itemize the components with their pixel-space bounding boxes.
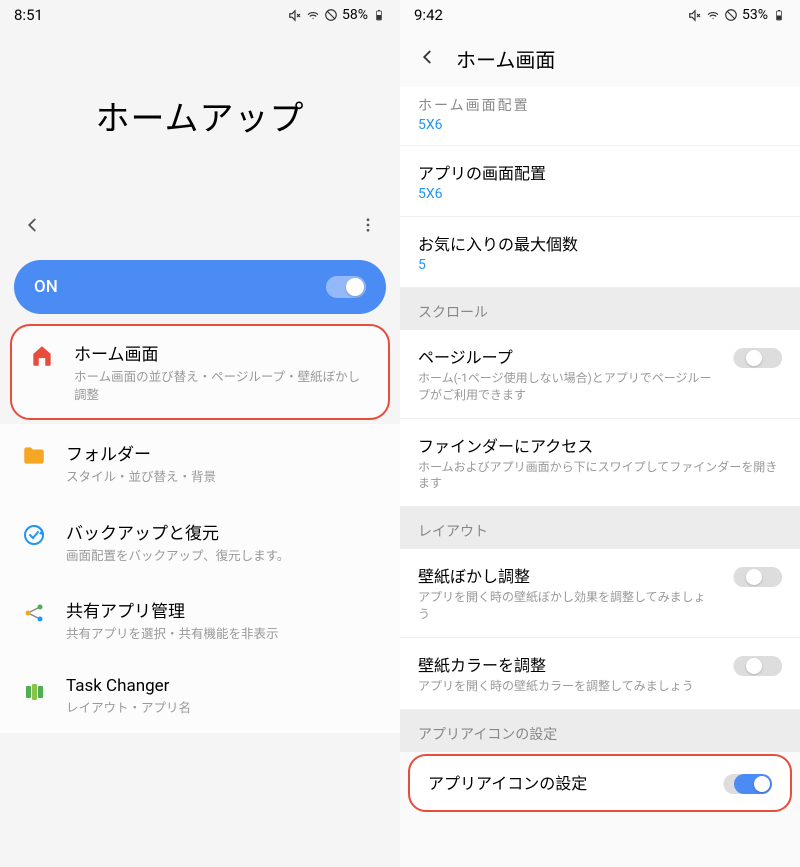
back-button[interactable] bbox=[20, 213, 44, 237]
status-right: 58% bbox=[288, 7, 386, 23]
page-title: ホーム画面 bbox=[456, 44, 555, 73]
item-text: 共有アプリ管理 共有アプリを選択・共有機能を非表示 bbox=[66, 597, 380, 644]
wifi-icon bbox=[306, 8, 320, 22]
master-toggle[interactable]: ON bbox=[14, 260, 386, 314]
setting-title: ファインダーにアクセス bbox=[418, 433, 782, 457]
item-title: ホーム画面 bbox=[74, 340, 372, 365]
toolbar bbox=[0, 200, 400, 250]
setting-page-loop[interactable]: ページループ ホーム(-1ページ使用しない場合)とアプリでページループがご利用で… bbox=[400, 330, 800, 419]
toggle-label: ON bbox=[34, 277, 58, 297]
item-text: Task Changer レイアウト・アプリ名 bbox=[66, 676, 380, 718]
app-title: ホームアップ bbox=[96, 91, 305, 140]
setting-app-grid[interactable]: アプリの画面配置 5X6 bbox=[400, 146, 800, 217]
setting-finder-access[interactable]: ファインダーにアクセス ホームおよびアプリ画面から下にスワイプしてファインダーを… bbox=[400, 419, 800, 508]
setting-text: アプリアイコンの設定 bbox=[428, 770, 707, 796]
toggle-switch[interactable] bbox=[733, 656, 782, 676]
setting-title: アプリアイコンの設定 bbox=[428, 770, 707, 794]
section-app-icon: アプリアイコンの設定 bbox=[400, 710, 800, 752]
setting-text: ファインダーにアクセス ホームおよびアプリ画面から下にスワイプしてファインダーを… bbox=[418, 433, 782, 493]
header-area: ホームアップ bbox=[0, 30, 400, 200]
setting-desc: ホーム(-1ページ使用しない場合)とアプリでページループがご利用できます bbox=[418, 370, 717, 404]
setting-favorites-max[interactable]: お気に入りの最大個数 5 bbox=[400, 217, 800, 288]
menu-home-screen[interactable]: ホーム画面 ホーム画面の並び替え・ページループ・壁紙ぼかし調整 bbox=[10, 324, 390, 420]
setting-text: 壁紙ぼかし調整 アプリを開く時の壁紙ぼかし効果を調整してみましょう bbox=[418, 563, 717, 623]
item-title: フォルダー bbox=[66, 440, 380, 465]
home-icon bbox=[28, 342, 56, 370]
setting-desc: アプリを開く時の壁紙ぼかし効果を調整してみましょう bbox=[418, 589, 717, 623]
item-title: 共有アプリ管理 bbox=[66, 597, 380, 622]
status-time: 9:42 bbox=[414, 6, 443, 24]
page-header: ホーム画面 bbox=[400, 30, 800, 87]
screen-homeup: 8:51 58% ホームアップ ON bbox=[0, 0, 400, 867]
item-text: フォルダー スタイル・並び替え・背景 bbox=[66, 440, 380, 487]
setting-title: アプリの画面配置 bbox=[418, 160, 782, 184]
backup-icon bbox=[20, 521, 48, 549]
status-time: 8:51 bbox=[14, 6, 43, 24]
menu-backup[interactable]: バックアップと復元 画面配置をバックアップ、復元します。 bbox=[0, 503, 400, 582]
setting-value: 5X6 bbox=[418, 117, 782, 133]
setting-desc: アプリを開く時の壁紙カラーを調整してみましょう bbox=[418, 678, 717, 695]
setting-value: 5X6 bbox=[418, 186, 782, 202]
mute-icon bbox=[688, 8, 702, 22]
back-button[interactable] bbox=[416, 46, 438, 72]
status-bar: 8:51 58% bbox=[0, 0, 400, 30]
more-button[interactable] bbox=[356, 213, 380, 237]
item-title: Task Changer bbox=[66, 676, 380, 696]
item-text: バックアップと復元 画面配置をバックアップ、復元します。 bbox=[66, 519, 380, 566]
setting-desc: ホームおよびアプリ画面から下にスワイプしてファインダーを開きます bbox=[418, 459, 782, 493]
item-subtitle: レイアウト・アプリ名 bbox=[66, 700, 380, 718]
setting-title: ホーム画面配置 bbox=[418, 95, 782, 115]
item-subtitle: 画面配置をバックアップ、復元します。 bbox=[66, 548, 380, 566]
section-layout: レイアウト bbox=[400, 507, 800, 549]
item-title: バックアップと復元 bbox=[66, 519, 380, 544]
task-changer-icon bbox=[20, 678, 48, 706]
setting-text: 壁紙カラーを調整 アプリを開く時の壁紙カラーを調整してみましょう bbox=[418, 652, 717, 695]
menu-folder[interactable]: フォルダー スタイル・並び替え・背景 bbox=[0, 424, 400, 503]
share-icon bbox=[20, 599, 48, 627]
setting-app-icon[interactable]: アプリアイコンの設定 bbox=[408, 754, 792, 812]
battery-percent: 58% bbox=[342, 7, 368, 23]
setting-blur[interactable]: 壁紙ぼかし調整 アプリを開く時の壁紙ぼかし効果を調整してみましょう bbox=[400, 549, 800, 638]
section-scroll: スクロール bbox=[400, 288, 800, 330]
wifi-icon bbox=[706, 8, 720, 22]
battery-icon bbox=[772, 8, 786, 22]
mute-icon bbox=[288, 8, 302, 22]
item-subtitle: ホーム画面の並び替え・ページループ・壁紙ぼかし調整 bbox=[74, 369, 372, 404]
battery-percent: 53% bbox=[742, 7, 768, 23]
item-subtitle: 共有アプリを選択・共有機能を非表示 bbox=[66, 626, 380, 644]
screen-home-settings: 9:42 53% ホーム画面 ホーム画面配置 5X6 アプリの画面配置 bbox=[400, 0, 800, 867]
setting-home-grid-partial[interactable]: ホーム画面配置 5X6 bbox=[400, 87, 800, 146]
folder-icon bbox=[20, 442, 48, 470]
no-data-icon bbox=[324, 8, 338, 22]
setting-value: 5 bbox=[418, 257, 782, 273]
toggle-switch[interactable] bbox=[733, 348, 782, 368]
item-subtitle: スタイル・並び替え・背景 bbox=[66, 469, 380, 487]
item-text: ホーム画面 ホーム画面の並び替え・ページループ・壁紙ぼかし調整 bbox=[74, 340, 372, 404]
battery-icon bbox=[372, 8, 386, 22]
menu-share[interactable]: 共有アプリ管理 共有アプリを選択・共有機能を非表示 bbox=[0, 581, 400, 660]
status-right: 53% bbox=[688, 7, 786, 23]
toggle-switch-icon bbox=[326, 276, 366, 298]
setting-title: ページループ bbox=[418, 344, 717, 368]
setting-title: 壁紙カラーを調整 bbox=[418, 652, 717, 676]
status-bar: 9:42 53% bbox=[400, 0, 800, 30]
setting-title: 壁紙ぼかし調整 bbox=[418, 563, 717, 587]
toggle-switch[interactable] bbox=[733, 567, 782, 587]
toggle-switch[interactable] bbox=[723, 774, 772, 794]
setting-title: お気に入りの最大個数 bbox=[418, 231, 782, 255]
setting-text: ページループ ホーム(-1ページ使用しない場合)とアプリでページループがご利用で… bbox=[418, 344, 717, 404]
no-data-icon bbox=[724, 8, 738, 22]
setting-wallpaper-color[interactable]: 壁紙カラーを調整 アプリを開く時の壁紙カラーを調整してみましょう bbox=[400, 638, 800, 710]
menu-task-changer[interactable]: Task Changer レイアウト・アプリ名 bbox=[0, 660, 400, 734]
